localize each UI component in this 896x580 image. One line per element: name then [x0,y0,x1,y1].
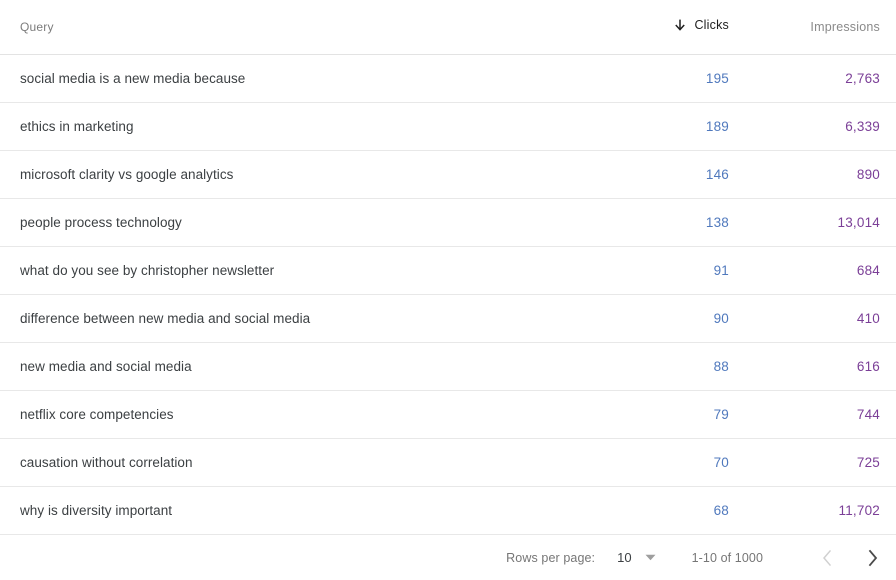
cell-clicks: 79 [650,390,745,439]
table-row[interactable]: why is diversity important 68 11,702 [0,486,896,535]
cell-query: why is diversity important [0,486,650,535]
cell-clicks: 70 [650,438,745,487]
cell-clicks: 91 [650,246,745,295]
cell-query: social media is a new media because [0,54,650,103]
cell-impressions: 744 [745,390,896,439]
cell-clicks: 195 [650,54,745,103]
cell-clicks: 146 [650,150,745,199]
paginator: Rows per page: 10 1-10 of 1000 [0,534,896,580]
chevron-right-icon [865,548,880,568]
queries-table: Query Clicks Impressions social media is… [0,0,896,535]
table-body: social media is a new media because 195 2,… [0,54,896,535]
table-row[interactable]: microsoft clarity vs google analytics 146… [0,150,896,199]
table-row[interactable]: netflix core competencies 79 744 [0,390,896,439]
column-header-query-label: Query [20,19,54,34]
cell-query: new media and social media [0,342,650,391]
table-row[interactable]: ethics in marketing 189 6,339 [0,102,896,151]
cell-query: people process technology [0,198,650,247]
column-header-impressions-label: Impressions [810,19,880,34]
cell-impressions: 616 [745,342,896,391]
cell-impressions: 410 [745,294,896,343]
cell-query: what do you see by christopher newslette… [0,246,650,295]
column-header-clicks[interactable]: Clicks [650,0,745,55]
rows-per-page-label: Rows per page: [506,550,596,565]
table-row[interactable]: social media is a new media because 195 2,… [0,54,896,103]
cell-impressions: 13,014 [745,198,896,247]
cell-query: ethics in marketing [0,102,650,151]
column-header-query[interactable]: Query [0,0,650,55]
table-header: Query Clicks Impressions [0,0,896,55]
cell-clicks: 90 [650,294,745,343]
cell-query: difference between new media and social … [0,294,650,343]
table-row[interactable]: people process technology 138 13,014 [0,198,896,247]
cell-clicks: 68 [650,486,745,535]
chevron-left-icon [820,548,835,568]
arrow-down-icon [673,18,687,32]
rows-per-page-select[interactable]: 10 [617,550,656,565]
cell-impressions: 6,339 [745,102,896,151]
cell-query: microsoft clarity vs google analytics [0,150,650,199]
cell-clicks: 138 [650,198,745,247]
table-row[interactable]: causation without correlation 70 725 [0,438,896,487]
table-row[interactable]: difference between new media and social … [0,294,896,343]
table-row[interactable]: new media and social media 88 616 [0,342,896,391]
cell-clicks: 88 [650,342,745,391]
pagination-range-label: 1-10 of 1000 [691,550,763,565]
cell-impressions: 2,763 [745,54,896,103]
cell-impressions: 890 [745,150,896,199]
column-header-clicks-label: Clicks [694,18,729,33]
next-page-button[interactable] [856,542,888,574]
cell-query: causation without correlation [0,438,650,487]
cell-impressions: 684 [745,246,896,295]
cell-clicks: 189 [650,102,745,151]
chevron-down-icon [645,554,656,561]
rows-per-page-value: 10 [617,550,632,565]
column-header-impressions[interactable]: Impressions [745,0,896,55]
cell-impressions: 725 [745,438,896,487]
cell-query: netflix core competencies [0,390,650,439]
table-header-row: Query Clicks Impressions [0,0,896,55]
cell-impressions: 11,702 [745,486,896,535]
table-row[interactable]: what do you see by christopher newslette… [0,246,896,295]
search-queries-table-panel: Query Clicks Impressions social media is… [0,0,896,580]
previous-page-button[interactable] [811,542,843,574]
